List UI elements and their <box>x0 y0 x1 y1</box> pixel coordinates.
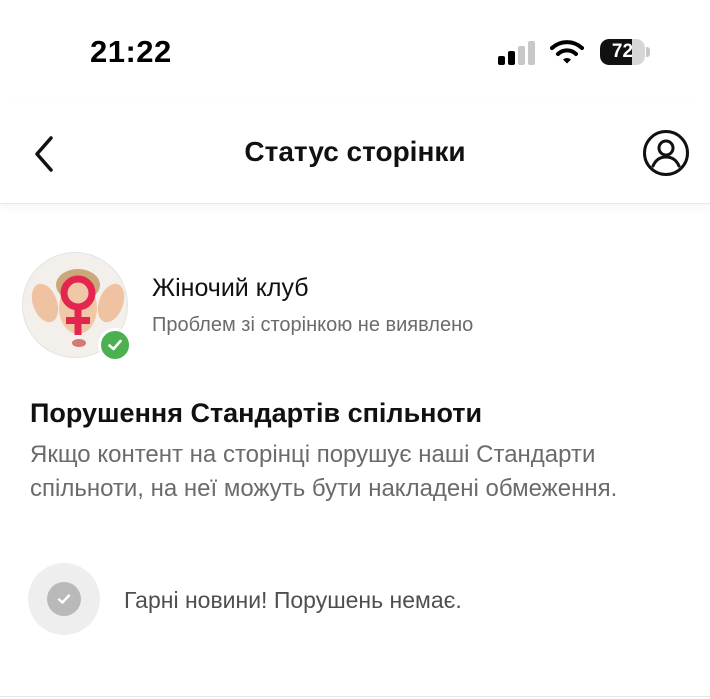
violations-description: Якщо контент на сторінці порушує наші Ст… <box>30 441 618 502</box>
status-time: 21:22 <box>90 34 172 69</box>
status-icons: 72 <box>498 37 650 67</box>
navigation-header: Статус сторінки <box>0 100 710 204</box>
wifi-icon <box>550 40 584 64</box>
check-circle-icon <box>28 563 100 635</box>
status-bar: 21:22 72 <box>0 0 710 100</box>
verified-badge <box>98 328 132 362</box>
screen: 21:22 72 Статус сторінки Жіночий клуб Пр… <box>0 0 710 699</box>
cellular-signal-icon <box>498 39 535 65</box>
violations-result-text: Гарні новини! Порушень немає. <box>124 587 462 613</box>
page-info-row: Жіночий клуб Проблем зі сторінкою не вия… <box>22 252 682 362</box>
violations-result-row: Гарні новини! Порушень немає. <box>28 563 668 637</box>
violations-title: Порушення Стандартів спільноти <box>30 398 483 428</box>
page-status-text: Проблем зі сторінкою не виявлено <box>152 314 474 336</box>
account-button[interactable] <box>642 129 690 177</box>
check-icon <box>108 339 122 351</box>
person-circle-icon <box>643 130 689 176</box>
battery-icon: 72 <box>600 39 650 65</box>
page-name: Жіночий клуб <box>152 274 309 302</box>
bottom-divider <box>0 696 710 697</box>
page-title: Статус сторінки <box>244 136 466 167</box>
battery-level: 72 <box>611 41 634 62</box>
